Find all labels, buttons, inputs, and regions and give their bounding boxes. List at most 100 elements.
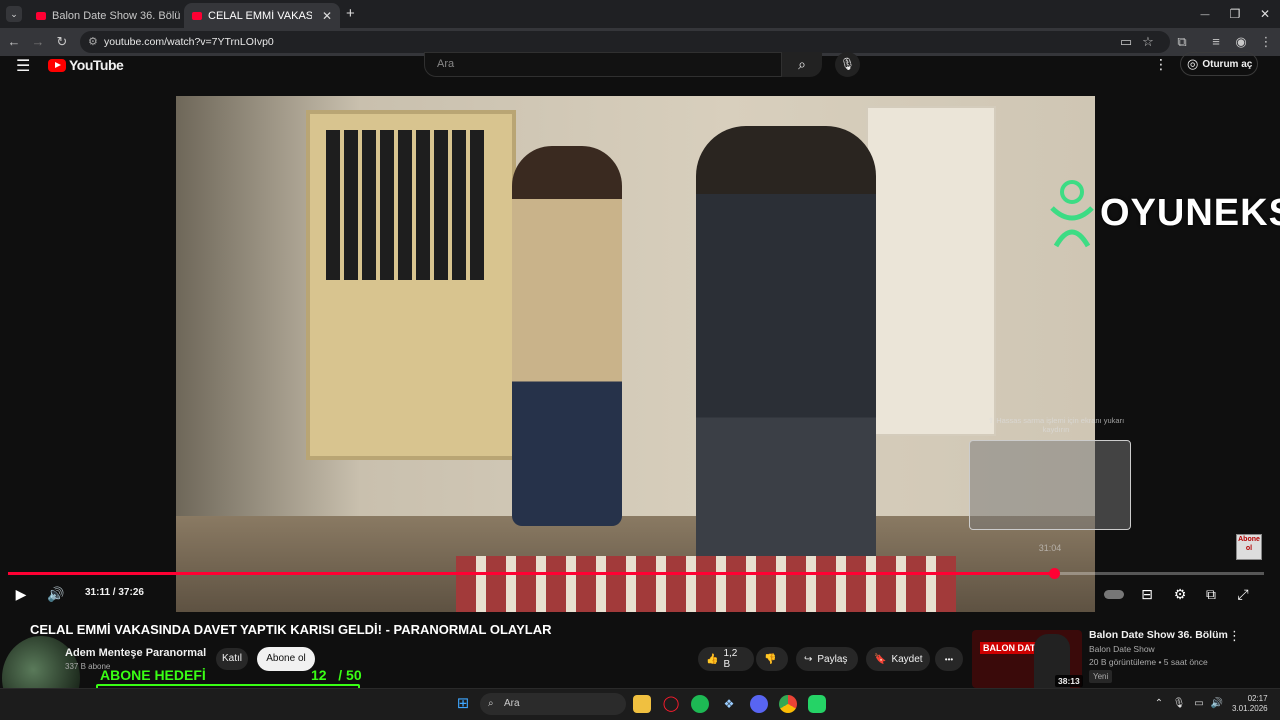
volume-tray-icon[interactable]: 🔊 <box>1208 695 1226 713</box>
sign-in-label: Oturum aç <box>1202 58 1253 70</box>
profile-icon[interactable]: ◉ <box>1233 34 1249 50</box>
tab-close-icon[interactable]: ✕ <box>316 9 332 23</box>
recommendation-meta: 20 B görüntüleme • 5 saat önce <box>1089 657 1208 667</box>
seek-preview-time: 31:04 <box>1038 543 1062 553</box>
recommendation-title[interactable]: Balon Date Show 36. Bölüm <box>1089 629 1228 641</box>
clock-time: 02:17 <box>1247 694 1268 703</box>
autoplay-toggle[interactable] <box>1104 585 1124 603</box>
logo-text: YouTube <box>69 57 124 73</box>
oyuneks-logo-icon <box>1050 180 1094 248</box>
more-actions-button[interactable]: ••• <box>935 647 963 671</box>
subscriber-goal-label: ABONE HEDEFİ <box>100 667 206 683</box>
progress-played <box>8 572 1054 575</box>
settings-gear-icon[interactable]: ⚙ <box>1170 585 1190 603</box>
extensions-icon[interactable]: ⧉ <box>1174 34 1190 50</box>
seek-preview-thumbnail <box>969 440 1131 530</box>
minimize-button[interactable]: — <box>1190 4 1220 24</box>
youtube-logo[interactable]: YouTube <box>48 57 124 73</box>
channel-name[interactable]: Adem Menteşe Paranormal <box>65 647 206 659</box>
search-input[interactable]: Ara <box>424 52 782 77</box>
subscribe-button[interactable]: Abone ol <box>257 647 315 671</box>
tray-overflow-icon[interactable]: ⌃ <box>1150 695 1168 713</box>
share-button[interactable]: ↪ Paylaş <box>796 647 858 671</box>
save-label: Kaydet <box>891 653 923 665</box>
media-controls-icon[interactable]: ≡ <box>1208 34 1224 50</box>
youtube-play-logo-icon <box>48 58 66 72</box>
system-clock[interactable]: 02:17 3.01.2026 <box>1232 694 1268 714</box>
recommendation-duration: 38:13 <box>1055 675 1083 687</box>
video-frame[interactable] <box>176 96 1095 612</box>
channel-watermark[interactable]: OYUNEKS <box>1048 178 1280 248</box>
bookmark-icon: 🔖 <box>874 653 887 665</box>
hamburger-menu-icon[interactable]: ☰ <box>16 56 30 76</box>
scene-person-left <box>512 146 622 526</box>
tab-balon-date[interactable]: Balon Date Show 36. Bölüm - Yo ✕ <box>28 3 180 28</box>
dislike-button[interactable]: 👎 <box>756 647 788 671</box>
bookmark-star-icon[interactable]: ☆ <box>1140 34 1156 50</box>
youtube-favicon-icon <box>36 11 46 20</box>
taskbar-search-label: Ara <box>504 698 520 709</box>
play-button[interactable]: ▶ <box>11 585 31 603</box>
scene-right-door <box>866 106 996 436</box>
microphone-tray-icon[interactable]: 🎙 <box>1170 695 1188 713</box>
windows-start-icon[interactable]: ⊞ <box>454 695 472 713</box>
thumbs-up-icon: 👍 <box>706 653 719 665</box>
scene-door-window <box>326 130 486 280</box>
browser-menu-icon[interactable]: ⋮ <box>1258 34 1274 50</box>
subscribe-overlay-badge[interactable]: Abone ol <box>1236 534 1262 560</box>
back-icon[interactable]: ← <box>6 34 22 50</box>
like-count: 1,2 B <box>723 648 738 670</box>
progress-bar[interactable] <box>8 572 1264 575</box>
scene-rug <box>456 556 956 612</box>
new-badge: Yeni <box>1089 670 1113 683</box>
spotify-icon[interactable] <box>691 695 709 713</box>
tab-title: CELAL EMMİ VAKASINDA DA <box>208 9 312 22</box>
thumbs-down-icon: 👎 <box>764 653 777 665</box>
browser-tab-bar: ⌄ Balon Date Show 36. Bölüm - Yo ✕ CELAL… <box>0 0 1280 28</box>
fullscreen-icon[interactable]: ⤢ <box>1233 585 1253 603</box>
tab-title: Balon Date Show 36. Bölüm - Yo <box>52 9 180 22</box>
share-label: Paylaş <box>817 653 848 665</box>
discord-icon[interactable] <box>750 695 768 713</box>
share-icon: ↪ <box>804 653 813 665</box>
restore-button[interactable]: ❐ <box>1220 4 1250 24</box>
voice-search-button[interactable]: 🎙 <box>835 52 860 77</box>
url-text: youtube.com/watch?v=7YTrnLOIvp0 <box>104 36 274 48</box>
display-tray-icon[interactable]: ▭ <box>1190 695 1208 713</box>
save-button[interactable]: 🔖 Kaydet <box>866 647 930 671</box>
account-icon: ◎ <box>1187 56 1199 71</box>
close-window-button[interactable]: ✕ <box>1250 4 1280 24</box>
cast-icon[interactable]: ▭ <box>1118 34 1134 50</box>
chrome-icon[interactable] <box>779 695 797 713</box>
volume-icon[interactable]: 🔊 <box>46 585 66 603</box>
search-icon: ⌕ <box>488 698 494 709</box>
tab-celal-emmi[interactable]: CELAL EMMİ VAKASINDA DA ✕ <box>184 3 340 28</box>
like-button[interactable]: 👍 1,2 B <box>698 647 754 671</box>
goal-current: 12 <box>311 667 327 683</box>
youtube-favicon-icon <box>192 11 202 20</box>
reload-icon[interactable]: ↻ <box>54 34 70 50</box>
taskbar-search[interactable]: ⌕ Ara <box>480 693 626 715</box>
opera-icon[interactable]: ◯ <box>662 695 680 713</box>
watermark-text: OYUNEKS <box>1100 191 1280 234</box>
scrubber-handle[interactable] <box>1048 568 1060 579</box>
join-button[interactable]: Katıl <box>216 648 248 670</box>
miniplayer-icon[interactable]: ⧉ <box>1201 585 1221 603</box>
search-button[interactable]: ⌕ <box>782 52 822 77</box>
search-icon: ⌕ <box>798 56 806 72</box>
sign-in-button[interactable]: ◎ Oturum aç <box>1180 52 1258 76</box>
seek-hint: ⇧ Hassas sarma işlemi için ekranı yukarı… <box>987 416 1125 434</box>
new-tab-button[interactable]: + <box>346 5 355 22</box>
site-info-icon[interactable]: ⚙ <box>88 31 98 53</box>
recommendation-channel[interactable]: Balon Date Show <box>1089 644 1155 654</box>
network-app-icon[interactable]: ❖ <box>720 695 738 713</box>
forward-icon[interactable]: → <box>30 34 46 50</box>
file-explorer-icon[interactable] <box>633 695 651 713</box>
recommendation-menu-icon[interactable]: ⋮ <box>1228 628 1241 644</box>
subtitles-icon[interactable]: ⊟ <box>1137 585 1157 603</box>
tab-list-button[interactable]: ⌄ <box>6 6 22 22</box>
address-field[interactable]: ⚙ youtube.com/watch?v=7YTrnLOIvp0 <box>80 31 1170 53</box>
whatsapp-icon[interactable] <box>808 695 826 713</box>
video-title: CELAL EMMİ VAKASINDA DAVET YAPTIK KARISI… <box>30 622 552 637</box>
settings-menu-icon[interactable]: ⋮ <box>1154 56 1168 73</box>
